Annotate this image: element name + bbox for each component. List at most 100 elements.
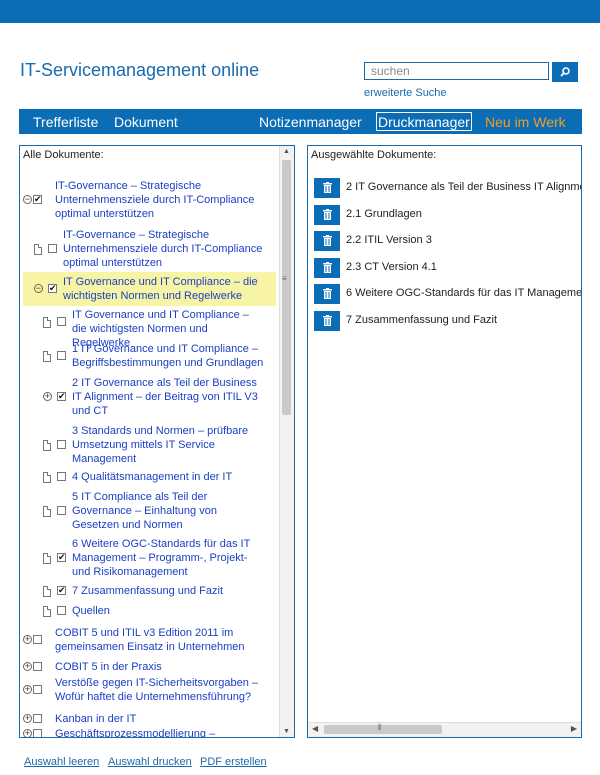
tree-node-label[interactable]: 1 IT Governance und IT Compliance – Begr… (72, 342, 266, 370)
nav-notizenmanager[interactable]: Notizenmanager (259, 114, 362, 130)
advanced-search-link[interactable]: erweiterte Suche (364, 87, 447, 99)
checkbox[interactable]: ✔ (57, 586, 66, 595)
checkbox[interactable]: ✔ (57, 392, 66, 401)
scroll-thumb[interactable] (282, 160, 291, 415)
tree-node-label[interactable]: COBIT 5 und ITIL v3 Edition 2011 im geme… (55, 626, 266, 654)
document-icon (43, 317, 51, 328)
trash-icon (322, 182, 332, 193)
selected-item: 6 Weitere OGC-Standards für das IT Manag… (314, 284, 581, 304)
nav-neu-im-werk[interactable]: Neu im Werk (485, 114, 566, 130)
checkbox[interactable]: ✔ (48, 284, 57, 293)
tree-node[interactable]: + Kanban in der IT (20, 712, 278, 726)
scroll-up-icon[interactable]: ▲ (283, 148, 290, 155)
checkbox[interactable] (57, 472, 66, 481)
tree-node-label[interactable]: IT-Governance – Strategische Unternehmen… (55, 179, 266, 221)
trash-icon (322, 288, 332, 299)
selected-item: 7 Zusammenfassung und Fazit (314, 310, 576, 331)
tree-node-label[interactable]: 6 Weitere OGC-Standards für das IT Manag… (72, 537, 266, 579)
checkbox[interactable] (57, 606, 66, 615)
tree-node[interactable]: IT Governance und IT Compliance – die wi… (20, 308, 278, 349)
create-pdf-link[interactable]: PDF erstellen (200, 756, 267, 768)
tree-node[interactable]: − ✔ IT-Governance – Strategische Unternehm… (20, 179, 278, 221)
vertical-scrollbar[interactable]: ▲ ≡ ▼ (279, 146, 294, 737)
tree-node-label[interactable]: COBIT 5 in der Praxis (55, 660, 266, 674)
checkbox[interactable] (57, 317, 66, 326)
tree-node[interactable]: ✔ 6 Weitere OGC-Standards für das IT Mana… (20, 537, 278, 579)
search-input[interactable] (364, 62, 549, 80)
tree-node[interactable]: 1 IT Governance und IT Compliance – Begr… (20, 342, 278, 370)
print-selection-link[interactable]: Auswahl drucken (108, 756, 192, 768)
remove-button[interactable] (314, 204, 340, 225)
checkbox[interactable] (33, 685, 42, 694)
selected-item-label: 2 IT Governance als Teil der Business IT… (346, 181, 581, 193)
selected-item: 2.3 CT Version 4.1 (314, 257, 576, 278)
checkbox[interactable] (33, 714, 42, 723)
document-icon (43, 606, 51, 617)
search-button[interactable] (552, 62, 578, 82)
tree-node[interactable]: − ✔ IT Governance und IT Compliance – die … (20, 275, 278, 303)
tree-node[interactable]: Quellen (20, 604, 278, 618)
document-icon (43, 553, 51, 564)
tree-node-label[interactable]: 3 Standards und Normen – prüfbare Umsetz… (72, 424, 266, 466)
document-icon (43, 586, 51, 597)
tree-node[interactable]: ✔ 7 Zusammenfassung und Fazit (20, 584, 278, 598)
tree-node-label[interactable]: 5 IT Compliance als Teil der Governance … (72, 490, 266, 532)
remove-button[interactable] (314, 178, 340, 198)
clear-selection-link[interactable]: Auswahl leeren (24, 756, 99, 768)
tree-node[interactable]: IT-Governance – Strategische Unternehmen… (20, 228, 278, 270)
scroll-down-icon[interactable]: ▼ (283, 728, 290, 735)
tree-node[interactable]: 3 Standards und Normen – prüfbare Umsetz… (20, 424, 278, 466)
scroll-right-icon[interactable]: ▶ (571, 724, 577, 733)
checkbox[interactable]: ✔ (57, 553, 66, 562)
horizontal-scrollbar[interactable]: ◀ ⦀ ▶ (308, 722, 581, 737)
tree-node[interactable]: + COBIT 5 in der Praxis (20, 660, 278, 674)
checkbox[interactable] (57, 351, 66, 360)
tree-node[interactable]: + Verstöße gegen IT-Sicherheitsvorgaben –… (20, 676, 278, 704)
scroll-thumb[interactable] (324, 725, 442, 734)
tree-node[interactable]: 4 Qualitätsmanagement in der IT (20, 470, 278, 484)
checkbox[interactable] (48, 244, 57, 253)
expand-icon[interactable]: + (23, 662, 32, 671)
checkbox[interactable] (33, 635, 42, 644)
remove-button[interactable] (314, 231, 340, 251)
checkbox[interactable] (57, 506, 66, 515)
checkbox[interactable] (33, 662, 42, 671)
tree-node-label[interactable]: 2 IT Governance als Teil der Business IT… (72, 376, 266, 418)
checkbox[interactable] (57, 440, 66, 449)
collapse-icon[interactable]: − (34, 284, 43, 293)
tree-node[interactable]: + ✔ 2 IT Governance als Teil der Business … (20, 376, 278, 418)
tree-node[interactable]: + COBIT 5 und ITIL v3 Edition 2011 im gem… (20, 626, 278, 654)
expand-icon[interactable]: + (23, 635, 32, 644)
nav-druckmanager[interactable]: Druckmanager (376, 112, 472, 131)
checkbox[interactable]: ✔ (33, 195, 42, 204)
remove-button[interactable] (314, 257, 340, 278)
trash-icon (322, 235, 332, 246)
tree-node-label[interactable]: Kanban in der IT (55, 712, 266, 726)
panel-header: Alle Dokumente: (23, 149, 104, 161)
tree-node-label[interactable]: 4 Qualitätsmanagement in der IT (72, 470, 266, 484)
selected-item-label: 2.2 ITIL Version 3 (346, 234, 432, 246)
expand-icon[interactable]: + (23, 714, 32, 723)
nav-trefferliste[interactable]: Trefferliste (33, 114, 98, 130)
tree-node-label[interactable]: Verstöße gegen IT-Sicherheitsvorgaben – … (55, 676, 266, 704)
expand-icon[interactable]: + (43, 392, 52, 401)
tree-node-label[interactable]: IT Governance und IT Compliance – die wi… (63, 275, 266, 303)
scroll-left-icon[interactable]: ◀ (312, 724, 318, 733)
checkbox[interactable] (33, 729, 42, 737)
document-icon (43, 351, 51, 362)
collapse-icon[interactable]: − (23, 195, 32, 204)
tree-node-label[interactable]: IT-Governance – Strategische Unternehmen… (63, 228, 266, 270)
trash-icon (322, 208, 332, 220)
document-icon (43, 472, 51, 483)
tree-node-label[interactable]: 7 Zusammenfassung und Fazit (72, 584, 266, 598)
tree-node-label[interactable]: Quellen (72, 604, 266, 618)
tree-node-label[interactable]: Geschäftsprozessmodellierung – (55, 727, 266, 737)
remove-button[interactable] (314, 284, 340, 304)
tree-node[interactable]: + Geschäftsprozessmodellierung – (20, 727, 278, 737)
tree-node[interactable]: 5 IT Compliance als Teil der Governance … (20, 490, 278, 532)
remove-button[interactable] (314, 310, 340, 331)
selected-item-label: 6 Weitere OGC-Standards für das IT Manag… (346, 287, 582, 299)
nav-dokument[interactable]: Dokument (114, 114, 178, 130)
expand-icon[interactable]: + (23, 729, 32, 737)
expand-icon[interactable]: + (23, 685, 32, 694)
